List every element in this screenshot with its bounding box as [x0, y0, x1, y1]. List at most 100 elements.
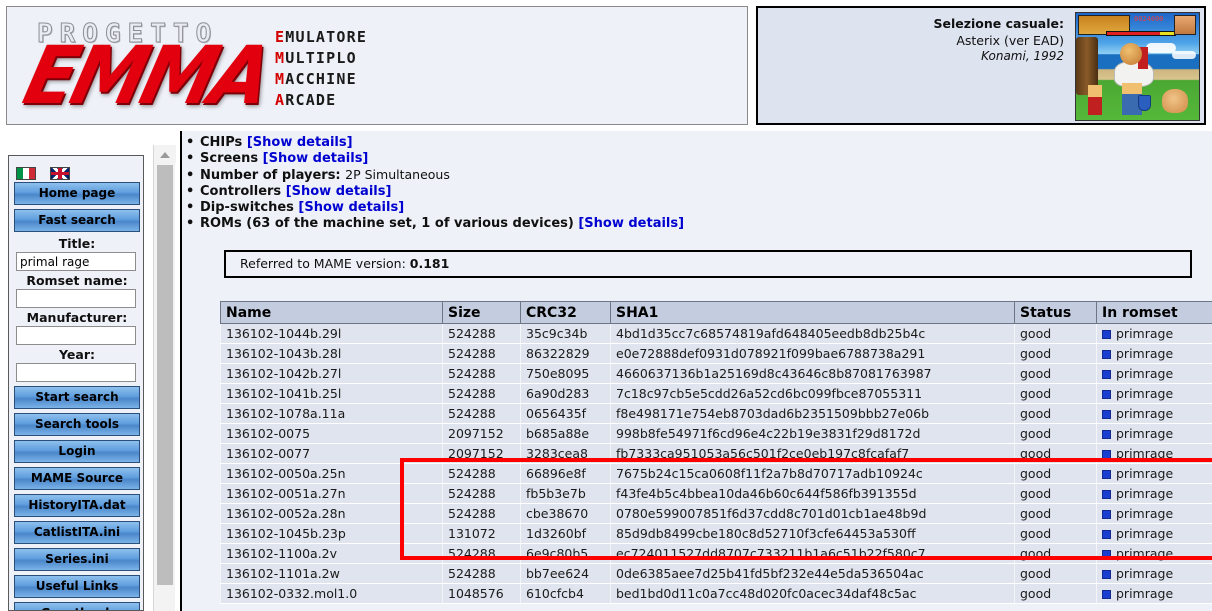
sidebar-button-history-ita-dat[interactable]: HistoryITA.dat	[14, 494, 140, 517]
table-row[interactable]: 136102-1044b.29l 524288 35c9c34b 4bd1d35cc7…	[220, 323, 1212, 344]
cell-sha1: 7c18c97cb5e5cdd26a52cd6bc099fbce87055311	[610, 383, 1015, 404]
cell-in-romset: primrage	[1096, 343, 1212, 364]
table-row[interactable]: 136102-1101a.2w 524288 bb7ee624 0de6385aee7…	[220, 563, 1212, 584]
table-row[interactable]: 136102-1045b.23p 131072 1d3260bf 85d9db8499…	[220, 523, 1212, 544]
romset-link[interactable]: primrage	[1116, 586, 1173, 601]
romset-link[interactable]: primrage	[1116, 466, 1173, 481]
table-row[interactable]: 136102-0332.mol1.0 1048576 610cfcb4 bed1bd0…	[220, 583, 1212, 604]
random-game-screenshot[interactable]: 0024000	[1075, 12, 1200, 121]
romset-link[interactable]: primrage	[1116, 346, 1173, 361]
romset-link[interactable]: primrage	[1116, 506, 1173, 521]
cell-sha1: f43fe4b5c4bbea10da46b60c644f586fb391355d	[610, 483, 1015, 504]
cell-in-romset: primrage	[1096, 323, 1212, 344]
romset-link[interactable]: primrage	[1116, 566, 1173, 581]
tagline-line-1: EMULATORE	[275, 28, 368, 46]
cell-crc32: cbe38670	[520, 503, 611, 524]
romset-link[interactable]: primrage	[1116, 366, 1173, 381]
table-row[interactable]: 136102-1041b.25l 524288 6a90d283 7c18c97cb5…	[220, 383, 1212, 404]
sidebar-button-login[interactable]: Login	[14, 440, 140, 463]
cell-crc32: bb7ee624	[520, 563, 611, 584]
column-header-status[interactable]: Status	[1014, 301, 1097, 324]
cell-status: good	[1014, 383, 1097, 404]
title-input[interactable]	[16, 252, 136, 271]
column-header-in-romset[interactable]: In romset	[1096, 301, 1212, 324]
sidebar-button-guestbook[interactable]: Guestbook	[14, 602, 140, 610]
cell-status: good	[1014, 483, 1097, 504]
romset-link[interactable]: primrage	[1116, 446, 1173, 461]
year-input[interactable]	[16, 363, 136, 382]
column-header-size[interactable]: Size	[442, 301, 521, 324]
cell-name: 136102-1101a.2w	[220, 563, 443, 584]
romset-name-input[interactable]	[16, 289, 136, 308]
cell-in-romset: primrage	[1096, 403, 1212, 424]
romset-link[interactable]: primrage	[1116, 546, 1173, 561]
cell-name: 136102-0050a.25n	[220, 463, 443, 484]
show-details-link[interactable]: [Show details]	[298, 200, 404, 215]
romset-link[interactable]: primrage	[1116, 406, 1173, 421]
table-row[interactable]: 136102-0077 2097152 3283cea8 fb7333ca951053…	[220, 443, 1212, 464]
romset-link[interactable]: primrage	[1116, 326, 1173, 341]
table-row[interactable]: 136102-0052a.28n 524288 cbe38670 0780e59900…	[220, 503, 1212, 524]
show-details-link[interactable]: [Show details]	[578, 216, 684, 231]
romset-link[interactable]: primrage	[1116, 386, 1173, 401]
mame-version-value: 0.181	[409, 256, 450, 271]
romset-link[interactable]: primrage	[1116, 526, 1173, 541]
manufacturer-input[interactable]	[16, 326, 136, 345]
mame-version-box: Referred to MAME version: 0.181	[224, 250, 1192, 278]
cell-in-romset: primrage	[1096, 443, 1212, 464]
cell-status: good	[1014, 463, 1097, 484]
column-header-sha1[interactable]: SHA1	[610, 301, 1015, 324]
table-row[interactable]: 136102-1042b.27l 524288 750e8095 4660637136…	[220, 363, 1212, 384]
english-flag-icon[interactable]	[50, 167, 71, 180]
info-item-label: CHIPs	[200, 135, 247, 150]
cell-crc32: 66896e8f	[520, 463, 611, 484]
shield-sprite	[1138, 95, 1151, 111]
cell-name: 136102-1041b.25l	[220, 383, 443, 404]
romset-square-icon	[1102, 430, 1111, 439]
sidebar-button-fast-search[interactable]: Fast search	[14, 209, 140, 232]
random-selection-game[interactable]: Asterix (ver EAD)	[784, 33, 1064, 48]
cell-name: 136102-1044b.29l	[220, 323, 443, 344]
character-sprite	[1162, 89, 1188, 113]
table-row[interactable]: 136102-1078a.11a 524288 0656435f f8e498171e…	[220, 403, 1212, 424]
sidebar-button-mame-source[interactable]: MAME Source	[14, 467, 140, 490]
info-list-item: Screens [Show details]	[200, 151, 1100, 167]
cell-status: good	[1014, 523, 1097, 544]
rom-table: Name Size CRC32 SHA1 Status In romset 13…	[220, 301, 1212, 604]
sidebar-button-search-tools[interactable]: Search tools	[14, 413, 140, 436]
scrollbar-thumb[interactable]	[157, 165, 173, 585]
sidebar-button-home-page[interactable]: Home page	[14, 182, 140, 205]
random-selection-label: Selezione casuale:	[933, 16, 1065, 31]
table-row[interactable]: 136102-1043b.28l 524288 86322829 e0e72888de…	[220, 343, 1212, 364]
sidebar-button-useful-links[interactable]: Useful Links	[14, 575, 140, 598]
italian-flag-icon[interactable]	[16, 167, 36, 180]
cell-in-romset: primrage	[1096, 583, 1212, 604]
show-details-link[interactable]: [Show details]	[286, 184, 392, 199]
cell-sha1: f8e498171e754eb8703dad6b2351509bbb27e06b	[610, 403, 1015, 424]
page-scrollbar[interactable]	[153, 145, 176, 611]
table-row[interactable]: 136102-0050a.25n 524288 66896e8f 7675b24c15…	[220, 463, 1212, 484]
table-row[interactable]: 136102-0051a.27n 524288 fb5b3e7b f43fe4b5c4…	[220, 483, 1212, 504]
cell-size: 524288	[442, 463, 521, 484]
sidebar-button-catlist-ita-ini[interactable]: CatlistITA.ini	[14, 521, 140, 544]
show-details-link[interactable]: [Show details]	[263, 151, 369, 166]
table-row[interactable]: 136102-0075 2097152 b685a88e 998b8fe54971f6…	[220, 423, 1212, 444]
cell-status: good	[1014, 583, 1097, 604]
column-header-crc32[interactable]: CRC32	[520, 301, 611, 324]
show-details-link[interactable]: [Show details]	[247, 135, 353, 150]
sidebar: Home page Fast search Title: Romset name…	[8, 155, 144, 611]
cell-status: good	[1014, 323, 1097, 344]
column-header-name[interactable]: Name	[220, 301, 443, 324]
cell-sha1: bed1bd0d11c0a7cc48d020fc0acec34daf48c5ac	[610, 583, 1015, 604]
cell-status: good	[1014, 503, 1097, 524]
cloud-shape	[1146, 43, 1176, 53]
cell-size: 524288	[442, 343, 521, 364]
table-row[interactable]: 136102-1100a.2v 524288 6e9c80b5 ec724011527…	[220, 543, 1212, 564]
sidebar-button-start-search[interactable]: Start search	[14, 386, 140, 409]
romset-link[interactable]: primrage	[1116, 486, 1173, 501]
cell-in-romset: primrage	[1096, 383, 1212, 404]
sidebar-button-series-ini[interactable]: Series.ini	[14, 548, 140, 571]
scroll-up-arrow-icon[interactable]	[154, 145, 176, 163]
romset-link[interactable]: primrage	[1116, 426, 1173, 441]
cell-size: 524288	[442, 383, 521, 404]
